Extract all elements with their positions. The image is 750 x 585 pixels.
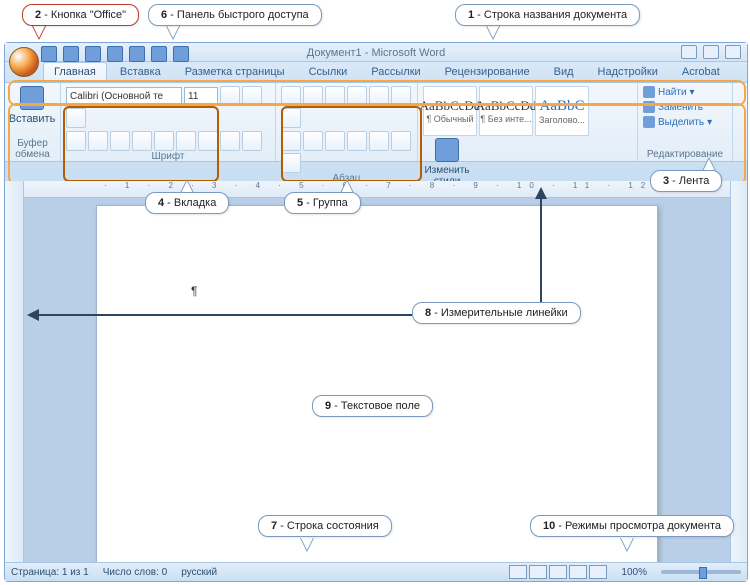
quick-access-toolbar[interactable] — [41, 46, 189, 62]
minimize-button[interactable] — [681, 45, 697, 59]
qat-item-icon[interactable] — [129, 46, 145, 62]
view-print-layout[interactable] — [509, 565, 527, 579]
group-font: Calibri (Основной те 11 — [61, 83, 276, 161]
underline-button[interactable] — [110, 131, 130, 151]
ribbon: Вставить Буфер обмена Calibri (Основной … — [5, 83, 747, 162]
status-words[interactable]: Число слов: 0 — [103, 567, 167, 578]
change-styles-icon — [435, 138, 459, 162]
align-left-button[interactable] — [281, 131, 301, 151]
numbering-button[interactable] — [303, 86, 323, 106]
superscript-button[interactable] — [176, 131, 196, 151]
italic-button[interactable] — [88, 131, 108, 151]
qat-item-icon[interactable] — [151, 46, 167, 62]
paste-button[interactable]: Вставить — [10, 86, 54, 125]
callout-7: 7 - Строка состояния — [258, 515, 392, 537]
view-buttons — [509, 565, 607, 579]
select-icon — [643, 116, 655, 128]
zoom-level[interactable]: 100% — [621, 567, 647, 578]
highlight-button[interactable] — [220, 131, 240, 151]
qat-save-icon[interactable] — [41, 46, 57, 62]
callout-1: 1 - Строка названия документа — [455, 4, 640, 26]
group-editing: Найти ▾ Заменить Выделить ▾ Редактирован… — [638, 83, 733, 161]
tab-insert[interactable]: Вставка — [109, 62, 172, 82]
change-case-button[interactable] — [198, 131, 218, 151]
view-outline[interactable] — [569, 565, 587, 579]
indent-dec-button[interactable] — [347, 86, 367, 106]
vertical-scrollbar[interactable] — [730, 181, 747, 563]
paste-icon — [20, 86, 44, 110]
tab-addins[interactable]: Надстройки — [587, 62, 669, 82]
qat-item-icon[interactable] — [173, 46, 189, 62]
grow-font-button[interactable] — [220, 86, 240, 106]
sort-button[interactable] — [391, 86, 411, 106]
line-spacing-button[interactable] — [369, 131, 389, 151]
qat-redo-icon[interactable] — [85, 46, 101, 62]
bullets-button[interactable] — [281, 86, 301, 106]
word-window: Документ1 - Microsoft Word Главная Встав… — [4, 42, 748, 582]
window-controls — [681, 45, 741, 59]
find-icon — [643, 86, 655, 98]
callout-8: 8 - Измерительные линейки — [412, 302, 581, 324]
paragraph-mark: ¶ — [191, 284, 197, 298]
align-justify-button[interactable] — [347, 131, 367, 151]
shading-button[interactable] — [391, 131, 411, 151]
office-button[interactable] — [9, 47, 39, 77]
callout-3: 3 - Лента — [650, 170, 722, 192]
callout-4: 4 - Вкладка — [145, 192, 229, 214]
bold-button[interactable] — [66, 131, 86, 151]
replace-icon — [643, 101, 655, 113]
font-name-combo[interactable]: Calibri (Основной те — [66, 87, 182, 106]
view-web[interactable] — [549, 565, 567, 579]
callout-10: 10 - Режимы просмотра документа — [530, 515, 734, 537]
align-right-button[interactable] — [325, 131, 345, 151]
tab-home[interactable]: Главная — [43, 62, 107, 82]
vertical-ruler[interactable] — [5, 181, 24, 563]
tab-references[interactable]: Ссылки — [298, 62, 359, 82]
strike-button[interactable] — [132, 131, 152, 151]
callout-5: 5 - Группа — [284, 192, 361, 214]
callout-2: 2 - Кнопка "Office" — [22, 4, 139, 26]
replace-button[interactable]: Заменить — [643, 101, 727, 113]
pilcrow-button[interactable] — [281, 108, 301, 128]
zoom-slider[interactable] — [661, 570, 741, 574]
close-button[interactable] — [725, 45, 741, 59]
style-no-spacing[interactable]: AaBbCcDd¶ Без инте... — [479, 86, 533, 136]
tab-review[interactable]: Рецензирование — [434, 62, 541, 82]
tab-view[interactable]: Вид — [543, 62, 585, 82]
ribbon-tabs: Главная Вставка Разметка страницы Ссылки… — [5, 62, 747, 83]
select-button[interactable]: Выделить ▾ — [643, 116, 727, 128]
multilevel-button[interactable] — [325, 86, 345, 106]
borders-button[interactable] — [281, 153, 301, 173]
status-bar: Страница: 1 из 1 Число слов: 0 русский 1… — [5, 562, 747, 581]
document-area: · 1 · 2 · 3 · 4 · 5 · 6 · 7 · 8 · 9 · 10… — [5, 181, 747, 563]
change-styles-button[interactable]: Изменить стили — [423, 138, 471, 187]
group-paragraph: Абзац — [276, 83, 418, 161]
view-full-screen[interactable] — [529, 565, 547, 579]
qat-undo-icon[interactable] — [63, 46, 79, 62]
qat-print-icon[interactable] — [107, 46, 123, 62]
shrink-font-button[interactable] — [242, 86, 262, 106]
tab-page-layout[interactable]: Разметка страницы — [174, 62, 296, 82]
document-page[interactable]: ¶ — [96, 205, 658, 563]
align-center-button[interactable] — [303, 131, 323, 151]
callout-6: 6 - Панель быстрого доступа — [148, 4, 322, 26]
tab-acrobat[interactable]: Acrobat — [671, 62, 731, 82]
group-styles: AaBbCcDd¶ Обычный AaBbCcDd¶ Без инте... … — [418, 83, 638, 161]
view-draft[interactable] — [589, 565, 607, 579]
group-clipboard: Вставить Буфер обмена — [5, 83, 61, 161]
maximize-button[interactable] — [703, 45, 719, 59]
font-color-button[interactable] — [242, 131, 262, 151]
tab-mailings[interactable]: Рассылки — [360, 62, 431, 82]
horizontal-ruler[interactable]: · 1 · 2 · 3 · 4 · 5 · 6 · 7 · 8 · 9 · 10… — [24, 181, 730, 198]
subscript-button[interactable] — [154, 131, 174, 151]
find-button[interactable]: Найти ▾ — [643, 86, 727, 98]
callout-9: 9 - Текстовое поле — [312, 395, 433, 417]
style-heading[interactable]: AaBbCЗаголово... — [535, 86, 589, 136]
font-size-combo[interactable]: 11 — [184, 87, 218, 106]
style-normal[interactable]: AaBbCcDd¶ Обычный — [423, 86, 477, 136]
status-page[interactable]: Страница: 1 из 1 — [11, 567, 89, 578]
status-language[interactable]: русский — [181, 567, 217, 578]
indent-inc-button[interactable] — [369, 86, 389, 106]
clear-format-button[interactable] — [66, 108, 86, 128]
